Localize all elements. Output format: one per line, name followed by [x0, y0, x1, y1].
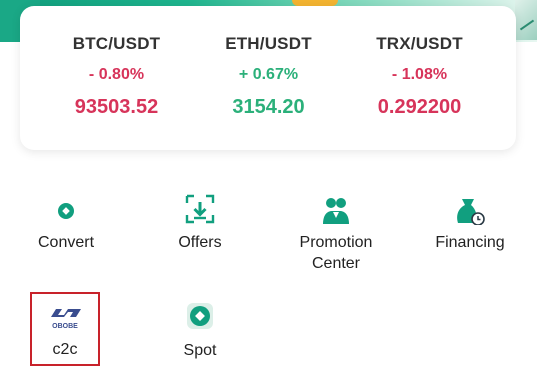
hero-banner-graphic: [515, 0, 537, 40]
ticker-pair: TRX/USDT: [376, 34, 463, 53]
menu-convert[interactable]: Convert: [20, 196, 112, 256]
menu-offers[interactable]: Offers: [154, 192, 246, 256]
menu-label-line2: Center: [311, 255, 361, 272]
ticker-change: - 1.08%: [391, 66, 448, 83]
menu-c2c[interactable]: OBOBE c2c: [32, 296, 98, 364]
ticker-pair: ETH/USDT: [225, 34, 312, 53]
spot-icon: [187, 303, 213, 329]
menu-label: Convert: [37, 234, 95, 251]
menu-label-line1: Promotion: [299, 234, 373, 251]
download-icon: [185, 194, 215, 224]
menu-spot[interactable]: Spot: [154, 300, 246, 364]
users-icon: [323, 198, 349, 224]
convert-icon: [58, 203, 74, 219]
ticker-change: - 0.80%: [88, 66, 145, 83]
ticker-price: 3154.20: [232, 96, 305, 118]
money-bag-icon: [457, 199, 485, 225]
menu-label: Offers: [178, 234, 222, 251]
ticker-change: + 0.67%: [238, 66, 299, 83]
menu-financing[interactable]: Financing: [424, 192, 516, 256]
c2c-logo-icon: [51, 309, 81, 317]
c2c-logo-text: OBOBE: [52, 323, 78, 330]
ticker-price: 93503.52: [74, 96, 159, 118]
menu-promotion-center[interactable]: Promotion Center: [284, 192, 388, 276]
menu-label: c2c: [52, 341, 78, 358]
ticker-pair: BTC/USDT: [72, 34, 161, 53]
market-ticker-card: BTC/USDT - 0.80% 93503.52 ETH/USDT + 0.6…: [20, 6, 516, 150]
menu-label: Financing: [435, 234, 505, 251]
menu-label: Spot: [183, 342, 217, 359]
ticker-price: 0.292200: [377, 96, 462, 118]
